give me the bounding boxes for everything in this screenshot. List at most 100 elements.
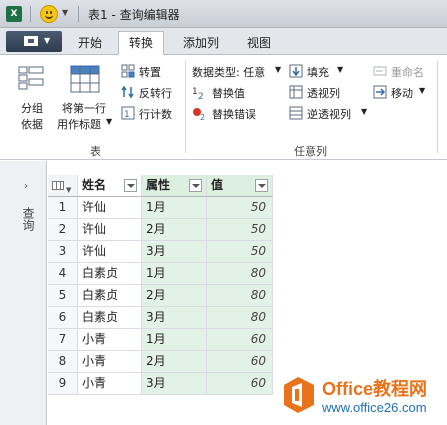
smiley-feedback-icon[interactable] [40,5,58,23]
cell-name[interactable]: 小青 [78,329,142,351]
group-label-table: 表 [90,145,101,158]
transpose-icon [121,64,135,78]
tab-transform[interactable]: 转换 [118,31,164,56]
cell-value[interactable]: 60 [207,373,273,395]
replace-errors-button[interactable]: 替换错误 [212,106,256,122]
cell-attribute[interactable]: 1月 [142,263,207,285]
expand-arrow-icon[interactable]: › [24,181,28,192]
cell-value[interactable]: 50 [207,197,273,219]
rename-button[interactable]: 重命名 [391,64,424,80]
row-number[interactable]: 9 [48,373,78,395]
table-icon [52,181,64,190]
cell-value[interactable]: 60 [207,351,273,373]
svg-text:2: 2 [198,92,204,100]
cell-value[interactable]: 50 [207,219,273,241]
fill-down-icon [289,64,303,78]
chevron-down-icon: ▼ [66,186,72,194]
column-header-label: 姓名 [82,178,107,192]
column-header-label: 属性 [146,178,171,192]
chevron-down-icon[interactable]: ▼ [62,8,68,17]
svg-text:1: 1 [192,87,198,97]
row-number[interactable]: 1 [48,197,78,219]
cell-value[interactable]: 80 [207,307,273,329]
cell-name[interactable]: 小青 [78,351,142,373]
cell-name[interactable]: 白素贞 [78,307,142,329]
pivot-column-icon [289,85,303,99]
cell-value[interactable]: 80 [207,285,273,307]
cell-attribute[interactable]: 2月 [142,351,207,373]
office-logo-icon [284,377,314,413]
group-separator [185,61,186,153]
cell-attribute[interactable]: 1月 [142,197,207,219]
queries-panel-label: 查询 [21,207,35,231]
cell-attribute[interactable]: 2月 [142,219,207,241]
cell-name[interactable]: 许仙 [78,241,142,263]
replace-values-button[interactable]: 替换值 [212,85,245,101]
excel-icon[interactable]: X [6,6,22,22]
row-number[interactable]: 2 [48,219,78,241]
window-title: 表1 - 查询编辑器 [88,8,180,22]
ribbon-body: 分组 依据 将第一行 用作标题 ▼ 转置 反转行 1 行计数 表 数据类型: 任… [0,55,447,160]
cell-name[interactable]: 白素贞 [78,285,142,307]
chevron-down-icon[interactable]: ▼ [419,86,425,95]
transpose-button[interactable]: 转置 [139,64,161,80]
chevron-down-icon: ▼ [44,36,51,45]
row-number[interactable]: 5 [48,285,78,307]
reverse-rows-button[interactable]: 反转行 [139,85,172,101]
cell-name[interactable]: 许仙 [78,219,142,241]
data-type-dropdown[interactable]: 数据类型: 任意 [192,64,265,80]
row-number[interactable]: 4 [48,263,78,285]
replace-errors-icon: 2 [193,108,205,121]
chevron-down-icon[interactable]: ▼ [337,65,343,74]
group-by-label-2[interactable]: 依据 [21,116,43,132]
title-bar: X ▼ 表1 - 查询编辑器 [0,0,447,28]
file-menu-button[interactable]: ▼ [6,31,62,52]
row-number[interactable]: 7 [48,329,78,351]
filter-dropdown-icon[interactable] [255,179,268,192]
column-header-attribute[interactable]: 属性 [142,175,207,197]
svg-text:2: 2 [200,113,205,121]
queries-panel[interactable]: › 查询 [0,161,47,425]
use-first-row-icon[interactable] [70,65,100,93]
cell-name[interactable]: 白素贞 [78,263,142,285]
tab-view[interactable]: 视图 [236,33,282,55]
unpivot-columns-button[interactable]: 逆透视列 [307,106,351,122]
chevron-down-icon[interactable]: ▼ [275,65,281,74]
cell-value[interactable]: 60 [207,329,273,351]
fill-button[interactable]: 填充 [307,64,329,80]
cell-attribute[interactable]: 3月 [142,373,207,395]
row-number[interactable]: 8 [48,351,78,373]
cell-value[interactable]: 50 [207,241,273,263]
ribbon-tab-bar: ▼ 开始 转换 添加列 视图 [0,28,447,56]
group-by-button[interactable]: 分组 [21,100,43,116]
use-first-row-label-2[interactable]: 用作标题 [57,116,101,132]
cell-attribute[interactable]: 3月 [142,241,207,263]
chevron-down-icon[interactable]: ▼ [361,107,367,116]
row-number[interactable]: 6 [48,307,78,329]
filter-dropdown-icon[interactable] [124,179,137,192]
cell-name[interactable]: 许仙 [78,197,142,219]
cell-attribute[interactable]: 2月 [142,285,207,307]
use-first-row-button[interactable]: 将第一行 [62,100,106,116]
pivot-column-button[interactable]: 透视列 [307,85,340,101]
column-header-value[interactable]: 值 [207,175,273,197]
reverse-rows-icon [121,85,134,99]
group-by-icon[interactable] [18,65,46,95]
tab-add-column[interactable]: 添加列 [172,33,230,55]
cell-attribute[interactable]: 1月 [142,329,207,351]
table-menu-button[interactable]: ▼ [48,175,78,197]
cell-attribute[interactable]: 3月 [142,307,207,329]
filter-dropdown-icon[interactable] [189,179,202,192]
qat-separator [78,6,79,22]
tab-home[interactable]: 开始 [68,33,112,55]
row-number[interactable]: 3 [48,241,78,263]
count-rows-button[interactable]: 行计数 [139,106,172,122]
chevron-down-icon[interactable]: ▼ [106,117,112,126]
qat-separator [30,6,31,22]
cell-name[interactable]: 小青 [78,373,142,395]
move-button[interactable]: 移动 [391,85,413,101]
column-header-name[interactable]: 姓名 [78,175,142,197]
file-menu-icon [24,36,38,46]
rename-icon [373,66,387,76]
cell-value[interactable]: 80 [207,263,273,285]
